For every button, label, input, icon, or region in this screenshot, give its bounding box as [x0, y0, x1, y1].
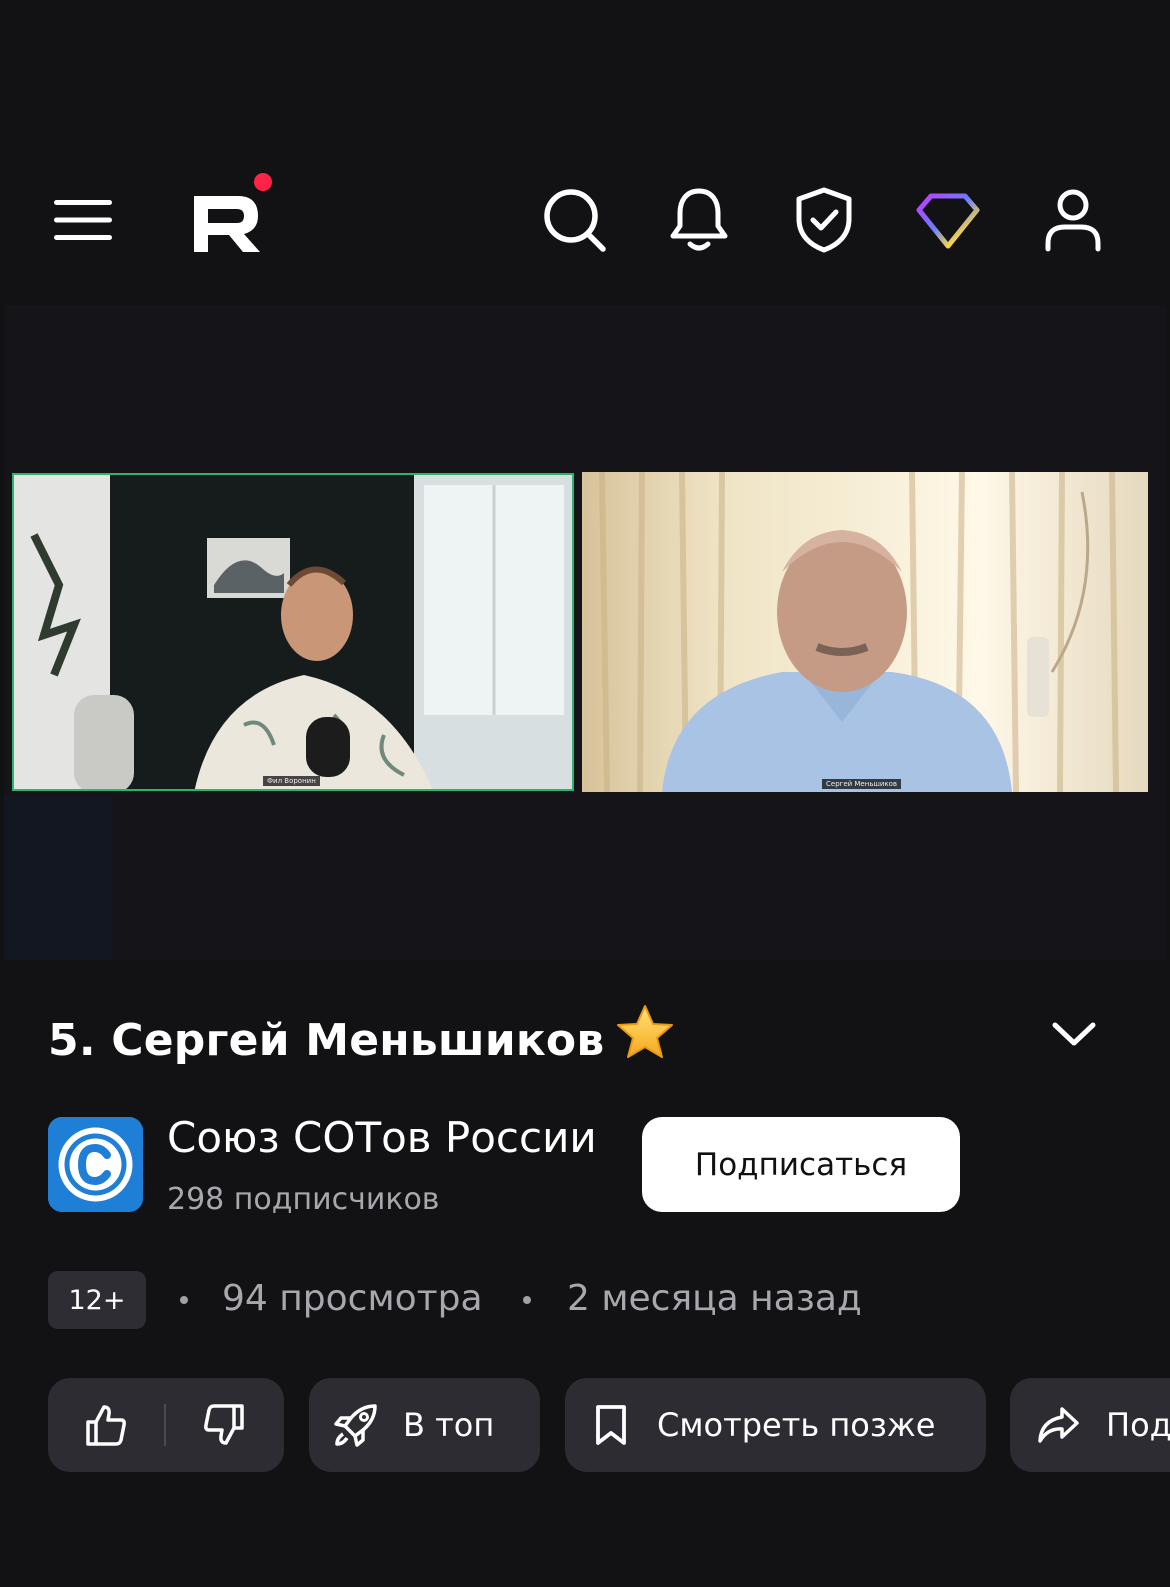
diamond-icon [916, 193, 980, 249]
rating-group [48, 1378, 284, 1472]
age-rating-badge: 12+ [48, 1271, 146, 1329]
rocket-icon [334, 1404, 377, 1447]
notification-dot [254, 173, 272, 191]
premium-button[interactable] [912, 182, 984, 258]
participant-name-right: Сергей Меньшиков [822, 779, 902, 789]
shield-check-icon [796, 187, 852, 253]
bookmark-icon [596, 1405, 626, 1445]
rutube-logo[interactable] [186, 172, 282, 258]
watch-later-label: Смотреть позже [657, 1406, 936, 1444]
menu-button[interactable] [47, 182, 119, 258]
meta-separator [180, 1296, 188, 1304]
to-top-label: В топ [403, 1406, 495, 1444]
subscribe-button[interactable]: Подписаться [642, 1117, 960, 1212]
chevron-down-icon [1052, 1022, 1096, 1046]
share-button[interactable]: Под [1010, 1378, 1170, 1472]
participant-name-left: Фил Воронин [263, 776, 320, 786]
participant-tile-left: Фил Воронин [12, 473, 574, 791]
subscriber-count: 298 подписчиков [167, 1182, 440, 1217]
like-button[interactable] [48, 1378, 164, 1472]
publish-date: 2 месяца назад [567, 1278, 862, 1319]
menu-icon [54, 200, 112, 240]
video-title: 5. Сергей Меньшиков [48, 1015, 605, 1066]
view-count: 94 просмотра [222, 1278, 483, 1319]
star-icon [614, 1003, 676, 1075]
participant-tile-right: Сергей Меньшиков [582, 472, 1148, 792]
watch-later-button[interactable]: Смотреть позже [565, 1378, 986, 1472]
search-icon [544, 189, 606, 252]
dislike-button[interactable] [166, 1378, 282, 1472]
expand-description-button[interactable] [1046, 1010, 1102, 1058]
bell-icon [670, 188, 728, 251]
player-shade [4, 795, 112, 960]
video-player[interactable]: Фил Воронин Сергей Меньшиков [4, 305, 1166, 960]
user-icon [1045, 189, 1101, 252]
security-button[interactable] [788, 182, 860, 258]
meta-separator [523, 1296, 531, 1304]
channel-name[interactable]: Союз СОТов России [167, 1110, 597, 1166]
profile-button[interactable] [1037, 182, 1109, 258]
notifications-button[interactable] [663, 182, 735, 258]
to-top-button[interactable]: В топ [309, 1378, 540, 1472]
thumbs-down-icon [204, 1404, 244, 1445]
search-button[interactable] [539, 182, 611, 258]
share-icon [1038, 1407, 1079, 1443]
channel-avatar[interactable] [48, 1117, 143, 1212]
share-label: Под [1106, 1406, 1170, 1444]
thumbs-up-icon [86, 1405, 126, 1446]
video-title-row: 5. Сергей Меньшиков [48, 1003, 676, 1075]
